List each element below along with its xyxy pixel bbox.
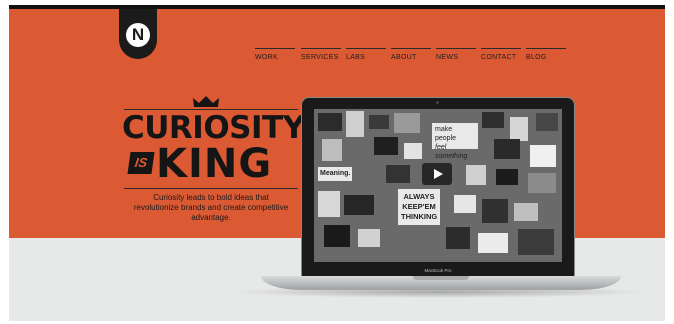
hero-tagline: Curiosity leads to bold ideas that revol… [133,193,289,222]
video-preview[interactable]: make people feel something ALWAYS KEEP'E… [314,109,562,262]
laptop-base [261,276,621,290]
headline-bottom-rule [124,188,298,189]
screen-note-6: Meaning. [320,170,351,177]
page: N WORK SERVICES LABS ABOUT NEWS CONTACT … [9,5,665,321]
screen-note-3: ALWAYS [403,192,435,201]
headline-king: KING [156,141,273,187]
laptop-screen: make people feel something ALWAYS KEEP'E… [301,97,575,277]
screen-note-5: THINKING [401,212,438,221]
nav-item-about[interactable]: ABOUT [391,48,431,66]
screen-note-2: feel something [435,144,468,160]
screen-note-1: make people [435,126,457,142]
crown-icon [193,96,219,107]
nav-item-labs[interactable]: LABS [346,48,386,66]
headline-is-badge: IS [127,152,155,174]
logo-badge[interactable]: N [119,9,157,59]
play-button[interactable] [422,163,452,185]
nav-item-blog[interactable]: BLOG [526,48,566,66]
logo-letter: N [126,23,150,47]
nav-item-work[interactable]: WORK [255,48,295,66]
headline-curiosity: CURIOSITY [122,110,305,146]
nav-item-services[interactable]: SERVICES [301,48,341,66]
laptop-notch [413,276,469,280]
laptop-brand-label: MacBook Pro [424,268,452,273]
camera-dot [436,101,439,104]
screen-note-4: KEEP'EM [402,202,436,211]
nav-item-contact[interactable]: CONTACT [481,48,521,66]
nav-item-news[interactable]: NEWS [436,48,476,66]
